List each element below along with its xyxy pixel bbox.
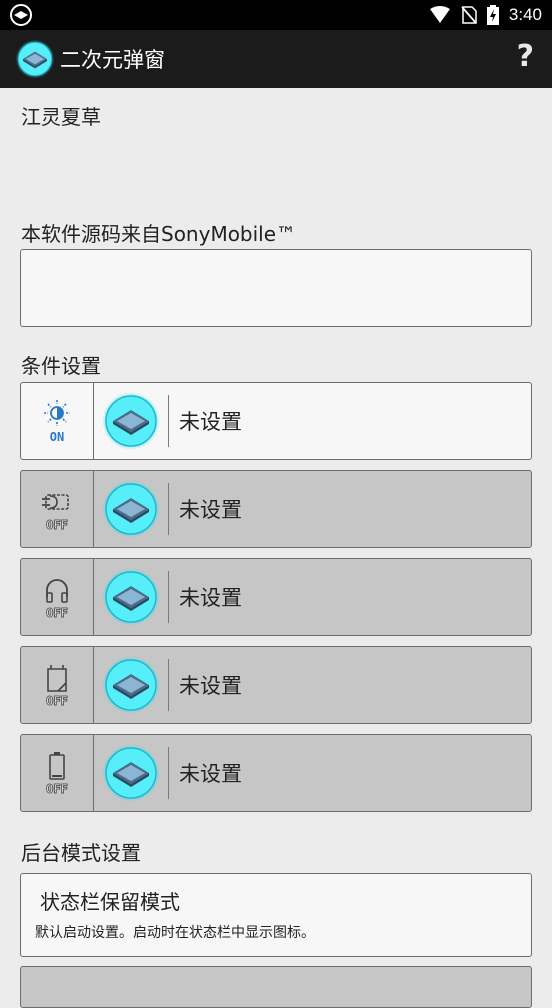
condition-row-charger[interactable]: OFF 未设置 (20, 470, 532, 548)
conditions-label: 条件设置 (21, 354, 101, 378)
background-mode-label: 后台模式设置 (21, 841, 141, 865)
source-label: 本软件源码来自SonyMobile™ (21, 222, 297, 246)
condition-state: ON (49, 429, 65, 444)
mode-card-statusbar[interactable]: 状态栏保留模式 默认启动设置。启动时在状态栏中显示图标。 (20, 873, 532, 957)
help-button[interactable]: ? (517, 39, 534, 74)
app-logo-icon (101, 479, 161, 539)
condition-row-brightness[interactable]: ON 未设置 (20, 382, 532, 460)
mode-title: 状态栏保留模式 (40, 890, 180, 914)
condition-row-headphones[interactable]: OFF 未设置 (20, 558, 532, 636)
condition-value: 未设置 (179, 498, 242, 522)
condition-state: OFF (46, 605, 69, 620)
condition-state: OFF (46, 517, 69, 532)
source-text-field[interactable] (20, 249, 532, 327)
app-logo-icon (101, 743, 161, 803)
app-logo-icon (101, 567, 161, 627)
condition-row-sd-card[interactable]: OFF 未设置 (20, 646, 532, 724)
headphones-icon (46, 578, 68, 603)
app-logo-icon (101, 391, 161, 451)
app-bar: 二次元弹窗 ? (0, 30, 552, 88)
wifi-icon (429, 6, 450, 23)
app-notification-icon (10, 4, 32, 26)
condition-value: 未设置 (179, 674, 242, 698)
condition-state: OFF (46, 693, 69, 708)
charger-plug-icon (42, 493, 69, 510)
sd-card-icon (47, 664, 67, 692)
condition-value: 未设置 (179, 586, 242, 610)
brightness-icon (44, 399, 70, 426)
condition-row-battery[interactable]: OFF 未设置 (20, 734, 532, 812)
no-sim-icon (461, 6, 477, 24)
mode-description: 默认启动设置。启动时在状态栏中显示图标。 (35, 925, 315, 941)
condition-value: 未设置 (179, 410, 242, 434)
name-label: 江灵夏草 (21, 105, 101, 129)
app-logo-icon (15, 39, 55, 79)
mode-card-next[interactable] (20, 966, 532, 1008)
status-time: 3:40 (508, 5, 542, 24)
app-logo-icon (101, 655, 161, 715)
app-title: 二次元弹窗 (60, 48, 165, 72)
battery-charging-icon (486, 5, 499, 25)
battery-icon (49, 751, 65, 780)
status-bar: 3:40 (0, 0, 552, 30)
condition-state: OFF (46, 781, 69, 796)
condition-value: 未设置 (179, 762, 242, 786)
